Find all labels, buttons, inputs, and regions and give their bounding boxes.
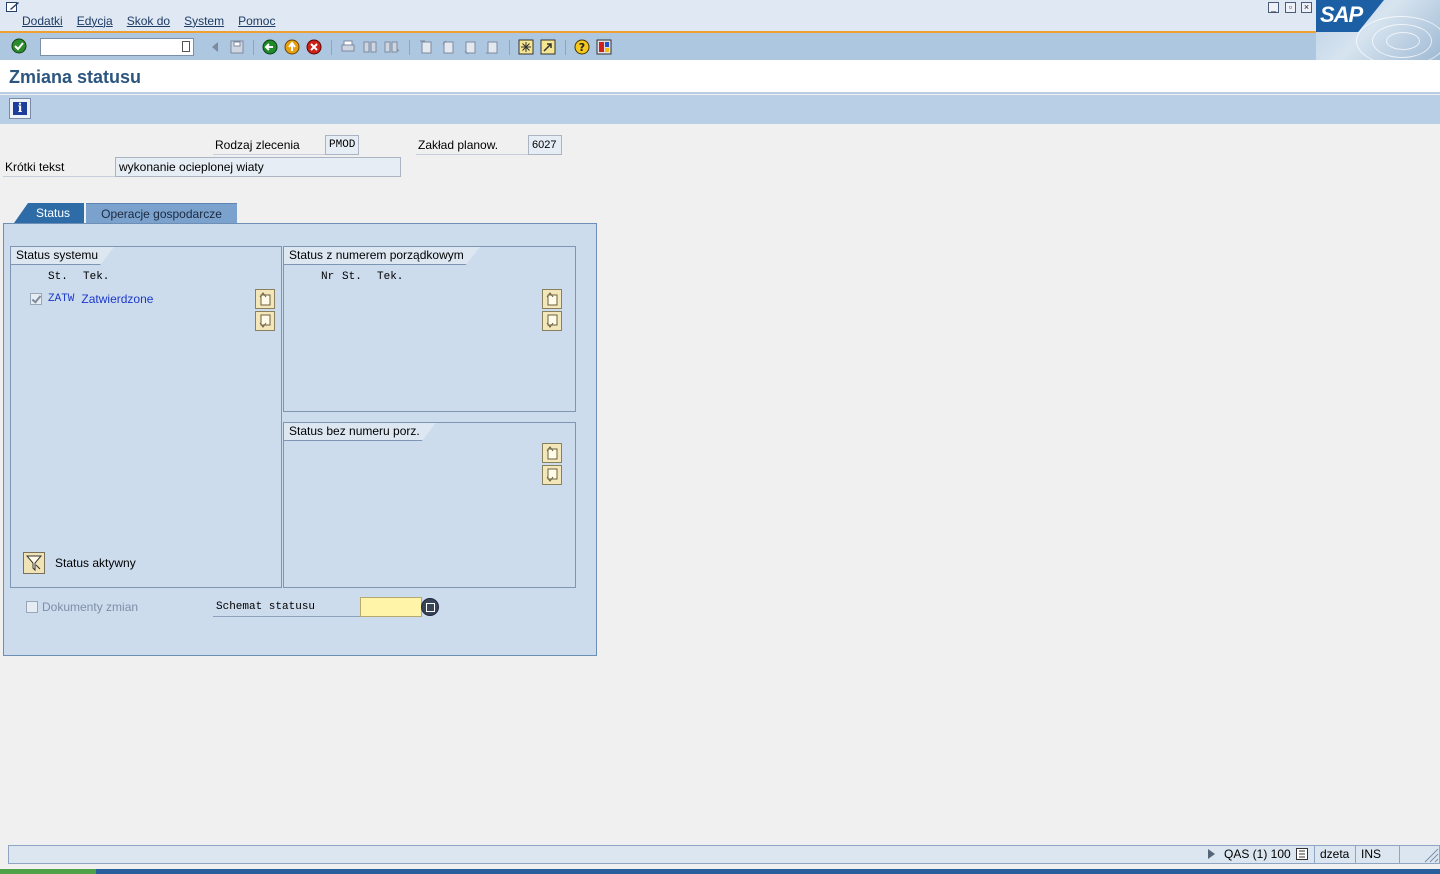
help-icon[interactable]: ? (574, 39, 590, 55)
sap-logo-text: SAP (1320, 2, 1363, 27)
numbered-status-col-nr: Nr (321, 271, 335, 283)
status-checkbox (30, 293, 42, 305)
active-status-label: Status aktywny (55, 556, 136, 570)
next-page-icon[interactable] (462, 39, 478, 55)
menu-skok-do[interactable]: Skok do (127, 14, 170, 28)
filter-icon (25, 555, 43, 572)
menu-dodatki[interactable]: Dodatki (22, 14, 63, 28)
status-mode: INS (1355, 846, 1399, 863)
info-button[interactable]: i (9, 98, 31, 119)
numbered-status-col-st: St. (342, 271, 362, 283)
unnumbered-status-group: Status bez numeru porz. (283, 422, 576, 588)
menu-system[interactable]: System (184, 14, 224, 28)
page-title: Zmiana statusu (9, 67, 142, 87)
menu-pomoc[interactable]: Pomoc (238, 14, 275, 28)
print-icon[interactable] (340, 39, 356, 55)
numbered-status-page-down-button[interactable] (542, 311, 562, 331)
application-toolbar: i (0, 95, 1440, 124)
numbered-status-col-tek: Tek. (377, 271, 404, 283)
change-documents-checkbox[interactable]: Dokumenty zmian (26, 600, 138, 614)
previous-page-icon[interactable] (440, 39, 456, 55)
system-status-col-tek: Tek. (83, 271, 110, 283)
page-up-icon (546, 446, 558, 460)
close-icon[interactable]: × (1301, 2, 1312, 13)
taskbar-strip (0, 869, 1440, 874)
status-code[interactable]: ZATW (48, 293, 74, 305)
system-status-page-up-button[interactable] (255, 289, 275, 309)
page-up-icon (546, 292, 558, 306)
change-documents-box[interactable] (26, 601, 38, 613)
plant-value: 6027 (528, 135, 562, 155)
numbered-status-page-up-button[interactable] (542, 289, 562, 309)
status-text[interactable]: Zatwierdzone (81, 292, 153, 306)
numbered-status-title: Status z numerem porządkowym (284, 247, 480, 265)
last-page-icon[interactable] (484, 39, 500, 55)
minimize-icon[interactable]: _ (1268, 2, 1279, 13)
command-history-icon[interactable] (182, 41, 190, 52)
command-field[interactable] (40, 38, 194, 56)
short-text-value: wykonanie ocieplonej wiaty (115, 157, 401, 177)
system-status-row: ZATW Zatwierdzone (30, 292, 153, 306)
plant-label: Zakład planow. (416, 135, 528, 155)
exit-icon[interactable] (284, 39, 300, 55)
create-session-icon[interactable] (518, 39, 534, 55)
enter-check-icon[interactable] (11, 38, 27, 54)
collapse-left-icon[interactable] (207, 39, 223, 55)
sap-logo: SAP (1316, 0, 1440, 60)
shortcut-icon[interactable] (540, 39, 556, 55)
schema-label: Schemat statusu (213, 597, 360, 617)
info-icon: i (13, 102, 27, 115)
system-status-col-st: St. (48, 271, 68, 283)
tab-status[interactable]: Status (14, 203, 84, 223)
tab-operacje-gospodarcze[interactable]: Operacje gospodarcze (86, 203, 237, 223)
menu-bar: Dodatki Edycja Skok do System Pomoc _ ▫ … (0, 0, 1440, 31)
status-bar: QAS (1) 100 dzeta INS (8, 845, 1440, 864)
cancel-icon[interactable] (306, 39, 322, 55)
unnumbered-status-title: Status bez numeru porz. (284, 423, 436, 441)
change-documents-label: Dokumenty zmian (42, 600, 139, 614)
restore-icon[interactable]: ▫ (1285, 2, 1296, 13)
status-user: dzeta (1314, 846, 1355, 863)
schema-field[interactable] (360, 597, 422, 617)
value-help-icon[interactable] (421, 598, 439, 616)
find-next-icon[interactable] (384, 39, 400, 55)
page-down-icon (259, 314, 271, 328)
schema-input[interactable] (361, 598, 421, 616)
status-system-text: QAS (1) 100 (1224, 847, 1291, 861)
status-toggle-icon[interactable] (1208, 849, 1215, 859)
back-icon[interactable] (262, 39, 278, 55)
svg-text:?: ? (579, 41, 585, 54)
system-menu-icon[interactable] (6, 1, 20, 13)
find-icon[interactable] (362, 39, 378, 55)
active-status-filter-button[interactable] (23, 552, 45, 574)
page-down-icon (546, 468, 558, 482)
system-status-title: Status systemu (11, 247, 114, 265)
order-type-label: Rodzaj zlecenia (213, 135, 325, 155)
resize-grip-icon[interactable] (1421, 847, 1439, 863)
unnumbered-status-page-down-button[interactable] (542, 465, 562, 485)
status-empty (1399, 846, 1419, 863)
customize-layout-icon[interactable] (596, 39, 612, 55)
short-text-label: Krótki tekst (3, 157, 115, 177)
page-down-icon (546, 314, 558, 328)
command-input[interactable] (41, 39, 179, 55)
standard-toolbar: ? (0, 31, 1316, 60)
order-type-value: PMOD (325, 135, 359, 155)
save-icon[interactable] (229, 39, 245, 55)
system-info-icon[interactable] (1296, 848, 1308, 860)
first-page-icon[interactable] (418, 39, 434, 55)
system-status-page-down-button[interactable] (255, 311, 275, 331)
title-bar: Zmiana statusu (0, 60, 1440, 94)
page-up-icon (259, 292, 271, 306)
unnumbered-status-page-up-button[interactable] (542, 443, 562, 463)
menu-edycja[interactable]: Edycja (77, 14, 113, 28)
